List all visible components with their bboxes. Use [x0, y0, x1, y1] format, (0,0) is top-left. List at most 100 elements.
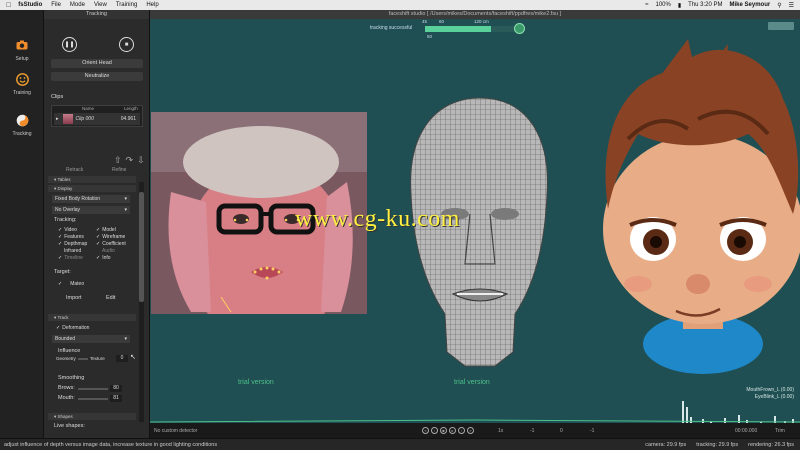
- rendering-fps: rendering: 26.3 fps: [748, 442, 794, 448]
- section-tables[interactable]: ▾ Tables: [48, 176, 136, 183]
- panel-scrollbar[interactable]: [139, 182, 144, 422]
- checkmark-icon: ✓: [96, 255, 101, 261]
- rotation-dropdown[interactable]: Fixed Body Rotation ▾: [52, 195, 130, 203]
- influence-value[interactable]: 0: [116, 355, 128, 362]
- timeline-zoom[interactable]: 1x: [498, 428, 503, 434]
- checkbox-model[interactable]: ✓ Model: [96, 227, 116, 233]
- checkbox-audio-label: Audio: [102, 248, 115, 254]
- orient-head-button[interactable]: Orient Head: [51, 59, 143, 68]
- edit-button[interactable]: Edit: [106, 295, 115, 301]
- overlay-dropdown[interactable]: No Overlay ▾: [52, 206, 130, 214]
- tool-setup[interactable]: Setup: [0, 38, 44, 62]
- app-menu[interactable]: fsStudio: [18, 2, 42, 8]
- redo-arrow-icon[interactable]: ↷: [126, 155, 134, 166]
- clip-row[interactable]: ▸ Clip 000 04.961: [54, 113, 140, 125]
- timeline-field-2[interactable]: 0: [560, 428, 563, 434]
- checkbox-deformation-label: Deformation: [62, 325, 90, 331]
- apple-icon[interactable]: : [6, 2, 11, 9]
- menu-view[interactable]: View: [94, 2, 107, 8]
- menu-mode[interactable]: Mode: [70, 2, 85, 8]
- play-icon[interactable]: ▸: [449, 427, 456, 434]
- checkbox-video[interactable]: ✓ Video: [58, 227, 77, 233]
- trim-button[interactable]: Trim: [775, 428, 785, 434]
- skip-end-icon[interactable]: »: [467, 427, 474, 434]
- checkmark-icon: ✓: [96, 227, 101, 233]
- checkbox-wireframe[interactable]: ✓ Wireframe: [96, 234, 125, 240]
- upload-arrow-icon[interactable]: ⇧: [114, 155, 122, 166]
- section-shapes[interactable]: ▾ Shapes: [48, 413, 136, 420]
- menu-training[interactable]: Training: [116, 2, 137, 8]
- pause-button[interactable]: ❚❚: [62, 37, 77, 52]
- distance-ticks: 45 60 120 cm: [422, 19, 489, 24]
- step-forward-icon[interactable]: ›: [458, 427, 465, 434]
- clip-length: 04.961: [120, 116, 136, 122]
- tick-120: 120 cm: [474, 19, 489, 24]
- step-back-icon[interactable]: ‹: [431, 427, 438, 434]
- mouth-label: Mouth:: [58, 395, 75, 401]
- menu-help[interactable]: Help: [146, 2, 158, 8]
- scroll-thumb[interactable]: [139, 192, 144, 302]
- stop-icon: ■: [124, 41, 129, 48]
- timeline-field-3[interactable]: -1: [590, 428, 594, 434]
- stop-button[interactable]: ■: [119, 37, 134, 52]
- brows-value[interactable]: 80: [110, 385, 122, 392]
- checkbox-info[interactable]: ✓ Info: [96, 255, 111, 261]
- influence-slider[interactable]: [78, 358, 88, 360]
- window-title: faceshift studio [ /Users/mikes/Document…: [150, 10, 800, 19]
- playback-controls: « ‹ ■ ▸ › »: [422, 427, 474, 434]
- checkbox-timeline[interactable]: ✓ Timeline: [58, 255, 83, 261]
- tick-45: 45: [422, 19, 428, 24]
- target-item[interactable]: ✓ Mateo: [58, 281, 84, 287]
- clips-col-length[interactable]: Length: [124, 106, 138, 112]
- neutralize-button[interactable]: Neutralize: [51, 72, 143, 81]
- mouse-pointer-icon: ↖: [130, 354, 136, 361]
- timeline-bar[interactable]: No custom detector « ‹ ■ ▸ › » 1x -1 0 -…: [150, 423, 800, 438]
- viewport-3d[interactable]: 45 60 120 cm tracking successful 50 www.…: [150, 19, 800, 438]
- checkbox-infrared[interactable]: Infrared: [64, 248, 81, 254]
- brows-slider[interactable]: [78, 388, 108, 390]
- detector-label: No custom detector: [154, 427, 198, 434]
- checkbox-depthmap[interactable]: ✓ Depthmap: [58, 241, 87, 247]
- expand-arrow-icon[interactable]: ▸: [56, 116, 59, 122]
- battery-label[interactable]: 100%: [655, 2, 670, 8]
- wifi-icon[interactable]: ≈: [645, 2, 648, 8]
- checkmark-icon: ✓: [58, 281, 63, 287]
- smoothing-label: Smoothing: [58, 375, 85, 381]
- tool-training[interactable]: Training: [0, 72, 44, 96]
- section-track-label: Track: [57, 315, 69, 320]
- notification-list-icon[interactable]: ☰: [789, 2, 794, 9]
- checkbox-deformation[interactable]: ✓ Deformation: [56, 325, 89, 331]
- clips-col-name[interactable]: Name: [82, 106, 94, 112]
- chevron-down-icon: ▾: [124, 196, 127, 202]
- section-display-label: Display: [57, 186, 73, 191]
- import-button[interactable]: Import: [66, 295, 82, 301]
- checkmark-icon: ✓: [58, 241, 63, 247]
- tracking-indicator-icon: [514, 23, 525, 34]
- smiley-face-icon: [15, 72, 29, 86]
- faceshift-logo: [768, 22, 794, 30]
- tool-tracking[interactable]: Tracking: [0, 113, 44, 137]
- section-track[interactable]: ▾ Track: [48, 314, 136, 321]
- checkbox-audio[interactable]: Audio: [102, 248, 115, 254]
- user-menu[interactable]: Mike Seymour: [730, 2, 771, 8]
- mouth-value[interactable]: 81: [110, 395, 122, 402]
- menu-file[interactable]: File: [51, 2, 61, 8]
- refine-button[interactable]: Refine: [112, 167, 126, 173]
- checkbox-features[interactable]: ✓ Features: [58, 234, 84, 240]
- retrack-button[interactable]: Retrack: [66, 167, 83, 173]
- status-hint: adjust influence of depth versus image d…: [4, 442, 218, 448]
- section-display[interactable]: ▾ Display: [48, 185, 136, 192]
- checkbox-coefficient[interactable]: ✓ Coefficient: [96, 241, 126, 247]
- cartoon-avatar: [603, 39, 800, 374]
- bounded-dropdown[interactable]: Bounded ▾: [52, 335, 130, 343]
- stop-icon[interactable]: ■: [440, 427, 447, 434]
- target-label: Target:: [54, 269, 71, 275]
- skip-start-icon[interactable]: «: [422, 427, 429, 434]
- timeline-field-1[interactable]: -1: [530, 428, 534, 434]
- checkbox-video-label: Video: [64, 227, 77, 233]
- search-icon[interactable]: ⚲: [777, 2, 781, 9]
- download-arrow-icon[interactable]: ⇩: [137, 155, 145, 166]
- mouth-slider[interactable]: [78, 398, 108, 400]
- trial-version-left: trial version: [238, 379, 274, 386]
- clock[interactable]: Thu 3:20 PM: [688, 2, 722, 8]
